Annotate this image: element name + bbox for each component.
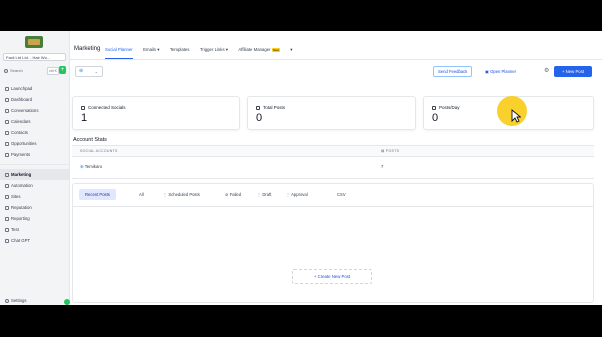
sidebar-item-reporting[interactable]: Reporting	[0, 213, 69, 224]
stat-label: Posts/Day	[439, 105, 460, 110]
tab-more[interactable]: ▾	[290, 46, 292, 58]
sidebar-item-conversations[interactable]: Conversations	[0, 105, 69, 116]
new-badge: New	[271, 47, 280, 52]
marketing-icon	[5, 172, 9, 177]
stat-label: Total Posts	[263, 105, 286, 110]
test-icon	[5, 227, 9, 232]
filter-recent-posts[interactable]: Recent Posts	[79, 189, 116, 200]
stat-label: Connected Socials	[88, 105, 126, 110]
sidebar-collapse-button[interactable]	[64, 299, 70, 305]
chevron-down-icon: ⌄	[94, 69, 98, 74]
stat-card-connected-socials: Connected Socials 1	[72, 96, 240, 130]
filter-all[interactable]: All	[139, 189, 144, 200]
account-stats-table: SOCIAL ACCOUNTS ▤ POSTS ⊕ Temikaro 7	[72, 145, 594, 179]
sidebar-item-reputation[interactable]: Reputation	[0, 202, 69, 213]
sidebar-item-marketing[interactable]: Marketing	[0, 169, 69, 180]
new-post-button[interactable]: + New Post	[554, 66, 592, 77]
table-header: SOCIAL ACCOUNTS ▤ POSTS	[72, 146, 594, 157]
sidebar-item-test[interactable]: Test	[0, 224, 69, 235]
sidebar-nav: Launchpad Dashboard Conversations Calend…	[0, 83, 69, 246]
sidebar-item-settings[interactable]: Settings	[5, 298, 27, 303]
calendar-icon	[5, 119, 9, 124]
sidebar-divider	[0, 164, 69, 165]
posts-panel: Recent Posts All ⋮ Scheduled Posts ⊘ Fai…	[72, 183, 594, 303]
search-shortcut: ctrl K	[47, 67, 59, 75]
account-switcher[interactable]: Facil Ltd Ltd. - Hair Wo...	[3, 53, 66, 61]
filter-scheduled-posts[interactable]: ⋮ Scheduled Posts	[163, 189, 200, 200]
filter-draft[interactable]: ⋮ Draft	[257, 189, 271, 200]
tab-emails[interactable]: Emails ▾	[143, 46, 159, 58]
send-feedback-button[interactable]: Send Feedback	[433, 66, 473, 77]
settings-icon[interactable]: ⚙	[544, 68, 551, 75]
post-filter-tabs: Recent Posts All ⋮ Scheduled Posts ⊘ Fai…	[73, 184, 593, 207]
chat-icon	[5, 108, 9, 113]
mouse-cursor-icon	[511, 109, 521, 123]
chart-icon	[5, 216, 9, 221]
sidebar-search[interactable]: Search ctrl K +	[3, 66, 66, 75]
filter-failed[interactable]: ⊘ Failed	[225, 189, 241, 200]
marketing-tabs: Social Planner Emails ▾ Templates Trigge…	[105, 46, 298, 59]
contacts-icon	[5, 130, 9, 135]
account-filter-dropdown[interactable]: ⊛ ⌄	[75, 66, 103, 77]
stat-card-total-posts: Total Posts 0	[247, 96, 416, 130]
tab-social-planner[interactable]: Social Planner	[105, 46, 133, 59]
tab-affiliate-manager[interactable]: Affiliate Manager New	[238, 46, 280, 58]
open-planner-button[interactable]: ▣ Open Planner	[485, 66, 516, 77]
tab-trigger-links[interactable]: Trigger Links ▾	[200, 46, 228, 58]
payments-icon	[5, 152, 9, 157]
page-title: Marketing	[74, 46, 101, 52]
gear-icon	[5, 298, 9, 303]
star-icon	[5, 205, 9, 210]
brand-logo	[25, 36, 43, 48]
table-row-posts: 7	[381, 164, 384, 169]
app-window: Facil Ltd Ltd. - Hair Wo... Search ctrl …	[0, 31, 602, 305]
planner-toolbar: ⊛ ⌄ Send Feedback ▣ Open Planner ⚙ + New …	[69, 59, 602, 89]
sidebar-item-chat-gpt[interactable]: Chat GPT	[0, 235, 69, 246]
top-header: Marketing Social Planner Emails ▾ Templa…	[69, 31, 602, 60]
column-header-social-accounts: SOCIAL ACCOUNTS	[80, 149, 118, 153]
gpt-icon	[5, 238, 9, 243]
table-row-account: ⊕ Temikaro	[80, 164, 103, 169]
stat-value: 0	[256, 112, 263, 124]
stat-value: 0	[432, 112, 439, 124]
sidebar-item-sites[interactable]: Sites	[0, 191, 69, 202]
create-new-post-button[interactable]: + Create New Post	[292, 269, 372, 284]
automation-icon	[5, 183, 9, 188]
stat-value: 1	[81, 112, 88, 124]
sites-icon	[5, 194, 9, 199]
sidebar-item-opportunities[interactable]: Opportunities	[0, 138, 69, 149]
search-label: Search	[10, 68, 23, 73]
search-icon	[4, 68, 8, 73]
sidebar-item-contacts[interactable]: Contacts	[0, 127, 69, 138]
sidebar-item-payments[interactable]: Payments	[0, 149, 69, 160]
quick-add-button[interactable]: +	[59, 66, 66, 74]
social-filter-icon: ⊛	[79, 68, 84, 74]
filter-csv[interactable]: CSV	[337, 189, 346, 200]
sidebar: Facil Ltd Ltd. - Hair Wo... Search ctrl …	[0, 31, 70, 305]
dashboard-icon	[5, 97, 9, 102]
sidebar-item-launchpad[interactable]: Launchpad	[0, 83, 69, 94]
launchpad-icon	[5, 86, 9, 91]
sidebar-item-dashboard[interactable]: Dashboard	[0, 94, 69, 105]
opportunities-icon	[5, 141, 9, 146]
link-icon	[81, 105, 85, 110]
column-header-posts: ▤ POSTS	[381, 149, 400, 153]
account-stats-title: Account Stats	[73, 137, 107, 143]
sidebar-item-automation[interactable]: Automation	[0, 180, 69, 191]
tab-templates[interactable]: Templates	[170, 46, 190, 58]
posts-icon	[256, 105, 260, 110]
sidebar-item-calendars[interactable]: Calendars	[0, 116, 69, 127]
calendar-icon	[432, 105, 436, 110]
filter-approval[interactable]: ⋮ Approval	[286, 189, 308, 200]
